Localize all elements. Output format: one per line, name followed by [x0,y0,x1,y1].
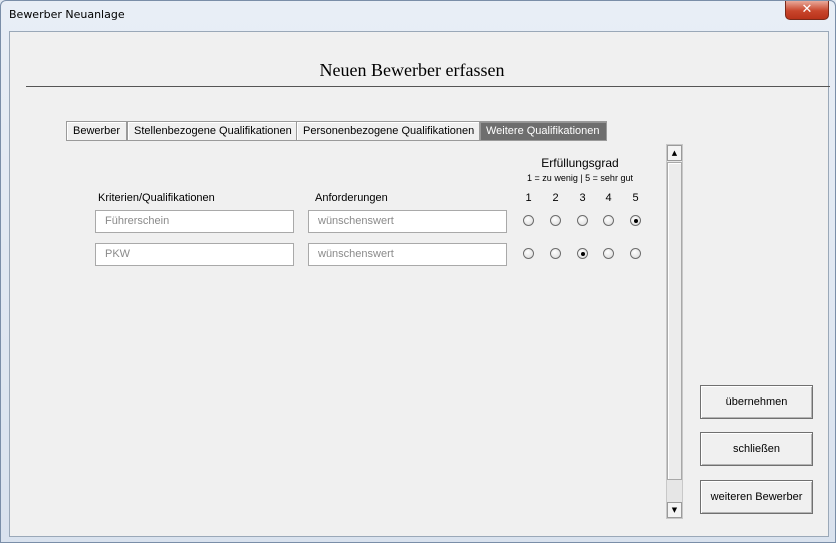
arrow-down-icon: ▼ [671,506,678,514]
heading-divider [26,86,830,87]
row2-level-5-radio[interactable] [630,248,641,259]
row2-level-1-radio[interactable] [523,248,534,259]
form-client-area: Neuen Bewerber erfassen Bewerber Stellen… [9,31,830,537]
fulfillment-title: Erfüllungsgrad [541,156,619,170]
vertical-scrollbar[interactable]: ▲ ▼ [666,144,683,519]
close-icon: ✕ [801,2,813,17]
row2-level-2-radio[interactable] [550,248,561,259]
page-title: Neuen Bewerber erfassen [319,60,505,80]
tab-bewerber[interactable]: Bewerber [66,121,128,141]
row1-level-3-radio[interactable] [577,215,588,226]
level-header-5: 5 [632,192,639,204]
requirement-input-1[interactable]: wünschenswert [308,210,507,233]
window-title: Bewerber Neuanlage [9,8,125,21]
fulfillment-scale-legend: 1 = zu wenig | 5 = sehr gut [527,173,633,183]
row1-level-4-radio[interactable] [603,215,614,226]
criteria-input-1[interactable]: Führerschein [95,210,294,233]
arrow-up-icon: ▲ [671,149,678,157]
tab-personenbezogene-qualifikationen[interactable]: Personenbezogene Qualifikationen [296,121,482,141]
apply-button[interactable]: übernehmen [700,385,813,419]
scroll-thumb[interactable] [667,162,682,480]
tab-weitere-qualifikationen[interactable]: Weitere Qualifikationen [479,121,607,141]
level-header-3: 3 [579,192,586,204]
row2-level-4-radio[interactable] [603,248,614,259]
close-window-button[interactable]: ✕ [785,1,829,20]
requirement-input-2[interactable]: wünschenswert [308,243,507,266]
row2-level-3-radio[interactable] [577,248,588,259]
level-header-4: 4 [605,192,612,204]
level-header-2: 2 [552,192,559,204]
level-header-1: 1 [525,192,532,204]
scroll-up-button[interactable]: ▲ [667,145,682,161]
title-bar: Bewerber Neuanlage ✕ [1,1,835,31]
requirements-column-header: Anforderungen [315,192,388,204]
app-window: Bewerber Neuanlage ✕ Neuen Bewerber erfa… [0,0,836,543]
row1-level-2-radio[interactable] [550,215,561,226]
scroll-down-button[interactable]: ▼ [667,502,682,518]
tab-stellenbezogene-qualifikationen[interactable]: Stellenbezogene Qualifikationen [127,121,299,141]
row1-level-5-radio[interactable] [630,215,641,226]
criteria-column-header: Kriterien/Qualifikationen [98,192,215,204]
row1-level-1-radio[interactable] [523,215,534,226]
next-applicant-button[interactable]: weiteren Bewerber [700,480,813,514]
close-button[interactable]: schließen [700,432,813,466]
criteria-input-2[interactable]: PKW [95,243,294,266]
